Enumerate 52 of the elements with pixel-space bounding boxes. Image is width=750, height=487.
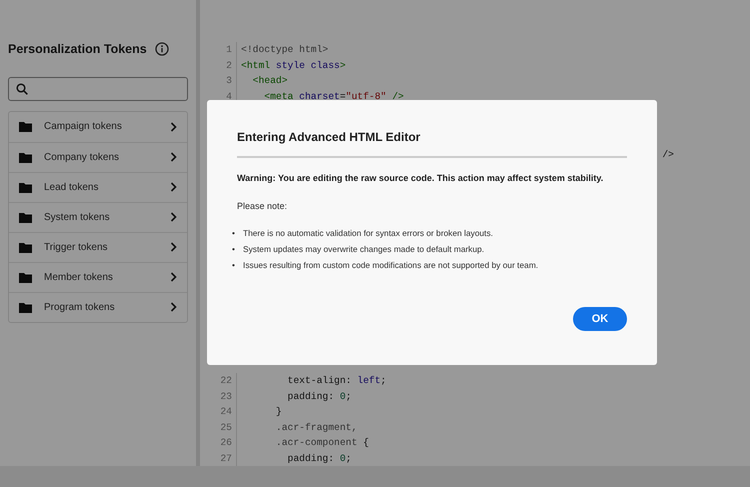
folder-icon xyxy=(19,121,32,132)
code-line: .acr-fragment, xyxy=(274,420,358,434)
code-line: <head> xyxy=(252,74,288,88)
code-line: .acr-component { xyxy=(274,436,369,450)
folder-icon xyxy=(19,242,32,253)
note-text: Please note: xyxy=(237,200,288,212)
token-category-item[interactable]: Trigger tokens xyxy=(9,232,187,262)
chevron-right-icon xyxy=(170,122,177,132)
token-category-item[interactable]: System tokens xyxy=(9,202,187,232)
line-number: 22 xyxy=(200,373,237,388)
bullet-text: • System updates may overwrite changes made to default markup. xyxy=(232,243,486,256)
dialog-title: Entering Advanced HTML Editor xyxy=(237,128,627,158)
token-category-item[interactable]: Program tokens xyxy=(9,292,187,322)
line-number: 3 xyxy=(200,73,237,88)
chevron-right-icon xyxy=(170,152,177,162)
ok-button[interactable]: OK xyxy=(573,307,627,331)
chevron-right-icon xyxy=(170,242,177,252)
code-line: padding: 0; xyxy=(286,452,352,466)
chevron-right-icon xyxy=(170,302,177,312)
code-line: <!doctype html> xyxy=(240,43,328,57)
code-line: text-align: left; xyxy=(286,374,386,388)
chevron-right-icon xyxy=(170,212,177,222)
search-icon xyxy=(16,82,28,95)
line-number: 24 xyxy=(200,404,237,420)
folder-icon xyxy=(19,182,32,193)
chevron-right-icon xyxy=(170,272,177,282)
info-icon[interactable] xyxy=(154,42,169,56)
folder-icon xyxy=(19,212,32,223)
line-number: 2 xyxy=(200,58,237,73)
bullet-text: • Issues resulting from custom code modifications are not supported by our team. xyxy=(232,259,540,272)
folder-icon xyxy=(19,272,32,283)
token-category-item[interactable]: Campaign tokens xyxy=(9,112,187,142)
line-number: 23 xyxy=(200,388,237,404)
chevron-right-icon xyxy=(170,182,177,192)
code-line: } xyxy=(274,405,282,419)
token-category-item[interactable]: Lead tokens xyxy=(9,172,187,202)
line-number: 26 xyxy=(200,435,237,450)
folder-icon xyxy=(19,302,32,313)
code-line: <meta charset="utf-8" /> xyxy=(263,90,404,104)
bullet-text: • There is no automatic validation for syntax errors or broken layouts. xyxy=(232,227,494,240)
line-number: 1 xyxy=(200,42,237,58)
code-line: <html style class> xyxy=(240,58,346,72)
search-field[interactable] xyxy=(8,76,188,101)
code-fragment: /> xyxy=(662,148,674,162)
line-number: 27 xyxy=(200,450,237,466)
token-category-item[interactable]: Member tokens xyxy=(9,262,187,292)
line-number: 25 xyxy=(200,420,237,435)
code-line: padding: 0; xyxy=(286,390,352,404)
warning-text: Warning: You are editing the raw source code. This action may affect system stability. xyxy=(237,172,604,185)
token-category-item[interactable]: Company tokens xyxy=(9,142,187,172)
folder-icon xyxy=(19,152,32,163)
panel-title: Personalization Tokens xyxy=(8,41,147,58)
